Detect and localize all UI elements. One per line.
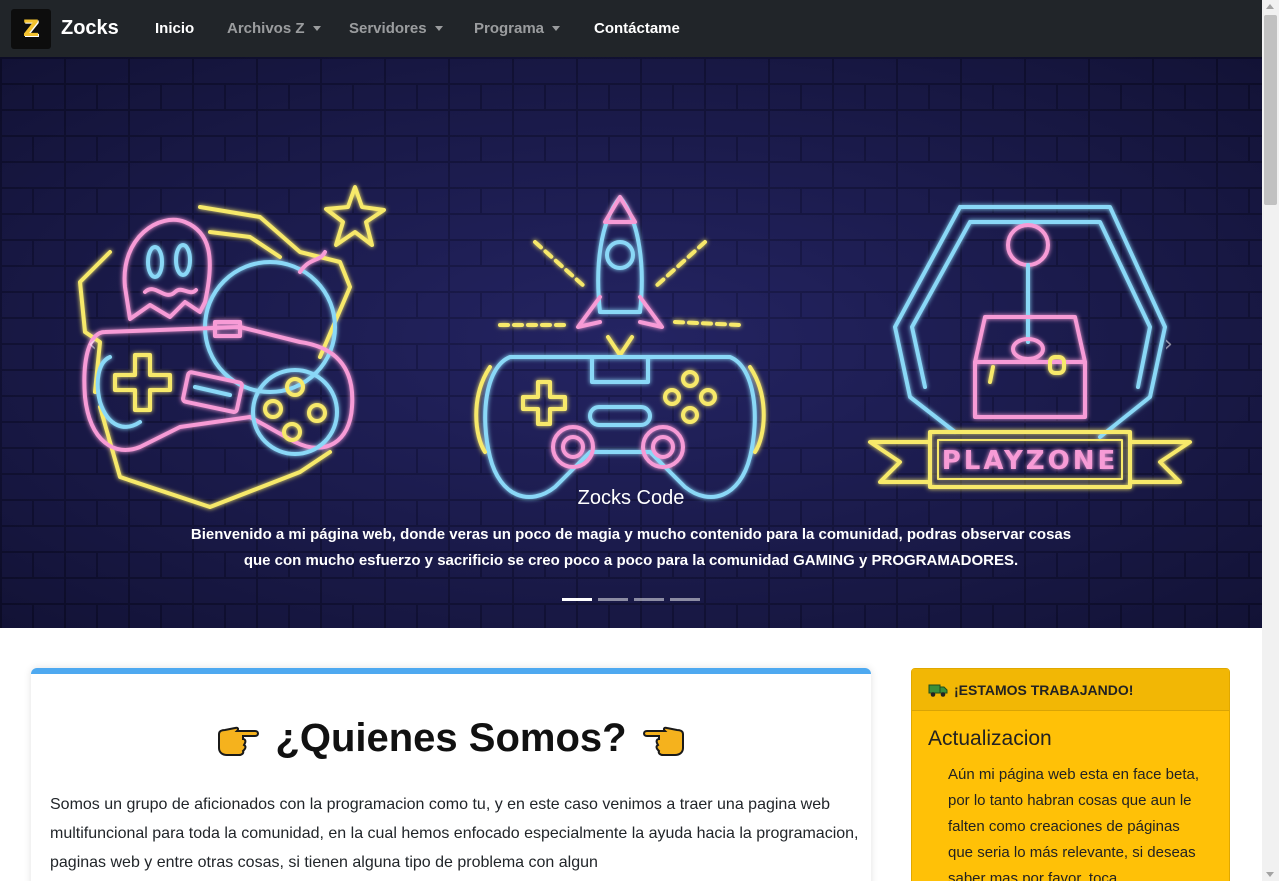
carousel-indicator-4[interactable] [670, 598, 700, 601]
about-card: ¿Quienes Somos? Somos un grupo de aficio… [31, 668, 871, 881]
carousel-indicator-2[interactable] [598, 598, 628, 601]
carousel-caption-text: Bienvenido a mi página web, donde veras … [190, 522, 1072, 574]
nav-programa[interactable]: Programa [474, 20, 561, 37]
carousel-caption-title: Zocks Code [577, 487, 685, 509]
hero-carousel: PLAYZONE ‹ › Zocks Code Bienvenido a mi … [0, 57, 1262, 628]
carousel-indicator-3[interactable] [634, 598, 664, 601]
caret-down-icon [312, 26, 321, 31]
scrollbar-thumb[interactable] [1264, 15, 1277, 205]
neon-center-rocket-controller [474, 195, 766, 499]
about-title-row: ¿Quienes Somos? [31, 716, 871, 761]
nav-servidores-label: Servidores [349, 20, 427, 37]
nav-inicio-label: Inicio [155, 20, 195, 37]
page-scrollbar[interactable] [1262, 0, 1279, 881]
about-text: Somos un grupo de aficionados con la pro… [50, 796, 859, 871]
nav-contactame[interactable]: Contáctame [594, 20, 680, 37]
notice-header: ¡ESTAMOS TRABAJANDO! [912, 669, 1229, 711]
notice-header-text: ¡ESTAMOS TRABAJANDO! [954, 681, 1134, 698]
caption-text-part2: . [1014, 552, 1019, 569]
caret-down-icon [434, 26, 443, 31]
pointing-right-hand-icon [218, 726, 260, 756]
notice-text: Aún mi página web esta en face beta, por… [948, 766, 1200, 881]
scroll-down-arrow-icon[interactable] [1266, 872, 1274, 877]
navbar: Z Zocks Inicio Archivos Z Servidores Pro… [0, 0, 1262, 57]
pointing-left-hand-icon [642, 726, 684, 756]
caret-down-icon [552, 26, 561, 31]
neon-left-controller [78, 185, 386, 509]
carousel-next-button[interactable]: › [1164, 332, 1184, 357]
scroll-up-arrow-icon[interactable] [1266, 4, 1274, 9]
brand-logo-letter: Z [23, 16, 39, 42]
notice-title: Actualizacion [928, 727, 1052, 750]
nav-contactame-label: Contáctame [594, 20, 680, 37]
nav-programa-label: Programa [474, 20, 545, 37]
neon-right-joystick-playzone [868, 205, 1192, 489]
caption-text-strong: GAMING y PROGRAMADORES [793, 552, 1014, 569]
carousel-indicators [562, 598, 700, 601]
carousel-prev-button[interactable]: ‹ [88, 332, 108, 357]
brand-name[interactable]: Zocks [61, 17, 119, 40]
about-title: ¿Quienes Somos? [275, 716, 627, 760]
nav-archivos-z[interactable]: Archivos Z [227, 20, 321, 37]
carousel-indicator-1[interactable] [562, 598, 592, 601]
notice-card: ¡ESTAMOS TRABAJANDO! Actualizacion Aún m… [911, 668, 1230, 881]
truck-icon [928, 684, 948, 697]
nav-servidores[interactable]: Servidores [349, 20, 443, 37]
nav-archivos-z-label: Archivos Z [227, 20, 305, 37]
nav-inicio[interactable]: Inicio [155, 20, 194, 37]
brand-logo[interactable]: Z [11, 9, 51, 49]
neon-sign-text: PLAYZONE [942, 446, 1119, 476]
